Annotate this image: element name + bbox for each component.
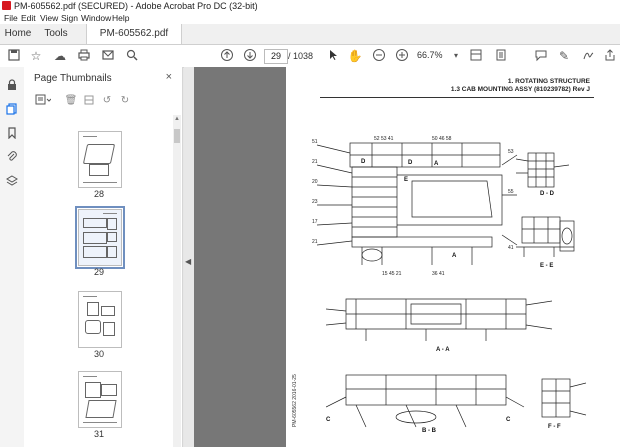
bookmark-star-icon[interactable]: ☆ xyxy=(28,48,44,64)
thumbnail-label-31: 31 xyxy=(93,429,104,439)
email-icon[interactable] xyxy=(100,48,116,64)
select-cursor-icon[interactable] xyxy=(325,48,341,64)
tab-home[interactable]: Home xyxy=(0,24,36,44)
rotate-clockwise-icon[interactable]: ↻ xyxy=(118,94,132,108)
share-icon[interactable] xyxy=(602,48,618,64)
heading-rule xyxy=(320,97,594,98)
thumbnail-label-28: 28 xyxy=(93,189,104,199)
bookmarks-icon[interactable] xyxy=(4,127,20,143)
page-number-input[interactable]: 29 xyxy=(264,49,288,64)
menu-window[interactable]: Window xyxy=(81,12,111,24)
page-thumbnail-30[interactable] xyxy=(78,291,122,348)
svg-text:17: 17 xyxy=(312,219,318,225)
save-icon[interactable] xyxy=(6,48,22,64)
menu-edit[interactable]: Edit xyxy=(21,12,36,24)
view-label-e-e: E - E xyxy=(540,263,554,269)
hand-tool-icon[interactable]: ✋ xyxy=(347,48,363,64)
attachments-paperclip-icon[interactable] xyxy=(4,151,20,167)
tab-bar: Home Tools PM-605562.pdf (SE...× xyxy=(0,24,620,59)
page-thumbnail-31[interactable] xyxy=(78,371,122,428)
sign-icon[interactable] xyxy=(580,48,596,64)
zoom-level[interactable]: 66.7% xyxy=(417,49,451,62)
document-viewport[interactable]: 1. ROTATING STRUCTURE 1.3 CAB MOUNTING A… xyxy=(194,67,620,447)
zoom-in-icon[interactable] xyxy=(394,48,410,64)
fit-page-icon[interactable] xyxy=(493,48,509,64)
page-display-icon[interactable] xyxy=(468,48,484,64)
tab-tools[interactable]: Tools xyxy=(38,24,74,44)
panel-collapse-handle[interactable]: ◀ xyxy=(184,67,194,447)
page-thumbnails-icon[interactable] xyxy=(4,103,20,119)
menu-view[interactable]: View xyxy=(40,12,58,24)
comment-icon[interactable] xyxy=(533,48,549,64)
next-page-icon[interactable] xyxy=(242,48,258,64)
close-panel-icon[interactable]: × xyxy=(166,71,172,83)
svg-text:21: 21 xyxy=(312,239,318,245)
svg-text:21: 21 xyxy=(312,159,318,165)
page-count: / 1038 xyxy=(288,51,314,61)
page-thumbnail-29[interactable] xyxy=(75,206,125,269)
page-thumbnails-panel: Page Thumbnails × 🗑 ↺ ↻ 28 29 30 31 ▲ xyxy=(24,67,183,447)
tab-document[interactable]: PM-605562.pdf (SE...× xyxy=(86,24,182,59)
thumbnail-panel-scrollbar[interactable]: ▲ xyxy=(173,115,181,447)
scrollbar-thumb[interactable] xyxy=(174,129,180,143)
title-bar: PM-605562.pdf (SECURED) - Adobe Acrobat … xyxy=(0,0,620,12)
layers-icon[interactable] xyxy=(4,175,20,191)
svg-text:41: 41 xyxy=(508,245,514,251)
thumbnail-options-menu-icon[interactable] xyxy=(34,94,52,108)
scroll-up-arrow-icon[interactable]: ▲ xyxy=(173,115,181,123)
svg-text:51: 51 xyxy=(312,139,318,145)
view-label-d-d: D - D xyxy=(540,191,554,197)
collapse-left-arrow-icon[interactable]: ◀ xyxy=(185,257,191,266)
view-label-a-a: A - A xyxy=(436,347,450,353)
svg-text:15 45 21: 15 45 21 xyxy=(382,271,402,277)
thumbnail-list: 28 29 30 31 xyxy=(24,115,172,447)
view-label-b-b: B - B xyxy=(422,428,436,434)
svg-text:50 46 58: 50 46 58 xyxy=(432,136,452,142)
svg-text:55: 55 xyxy=(508,189,514,195)
zoom-dropdown-chevron-icon[interactable]: ▾ xyxy=(451,48,461,64)
thumbnail-label-29: 29 xyxy=(93,267,104,277)
side-document-code: PM-605562 2016-01-25 xyxy=(292,374,298,427)
pdf-page: 1. ROTATING STRUCTURE 1.3 CAB MOUNTING A… xyxy=(286,67,620,447)
detail-e-e-drawing xyxy=(516,216,575,257)
left-navigation-rail xyxy=(0,67,25,447)
lock-icon[interactable] xyxy=(4,79,20,95)
menu-file[interactable]: File xyxy=(4,12,18,24)
panel-toolbar: 🗑 ↺ ↻ xyxy=(24,91,182,113)
svg-text:36 41: 36 41 xyxy=(432,271,445,277)
page-heading-section: 1. ROTATING STRUCTURE xyxy=(507,78,590,85)
highlight-pen-icon[interactable]: ✎ xyxy=(556,48,572,64)
previous-page-icon[interactable] xyxy=(219,48,235,64)
page-thumbnail-28[interactable] xyxy=(78,131,122,188)
thumbnail-label-30: 30 xyxy=(93,349,104,359)
extract-pages-icon[interactable] xyxy=(82,94,96,108)
rotate-counterclockwise-icon[interactable]: ↺ xyxy=(100,94,114,108)
upload-cloud-icon[interactable]: ☁ xyxy=(52,48,68,64)
svg-text:53: 53 xyxy=(508,149,514,155)
panel-title: Page Thumbnails xyxy=(34,73,112,84)
svg-text:52 53 41: 52 53 41 xyxy=(374,136,394,142)
cab-side-view-drawing: 52 53 41 50 46 58 51 21 20 23 17 21 53 55 41 15… xyxy=(312,136,518,277)
view-label-f-f: F - F xyxy=(548,424,561,430)
search-icon[interactable] xyxy=(124,48,140,64)
svg-text:20: 20 xyxy=(312,179,318,185)
detail-d-d-drawing xyxy=(515,152,570,188)
window-title: PM-605562.pdf (SECURED) - Adobe Acrobat … xyxy=(14,1,258,11)
acrobat-app-icon xyxy=(2,1,11,10)
menu-bar: File Edit View Sign Window Help xyxy=(0,12,620,24)
zoom-out-icon[interactable] xyxy=(371,48,387,64)
detail-f-f-drawing xyxy=(541,378,587,418)
page-heading-subsection: 1.3 CAB MOUNTING ASSY (810239782) Rev J xyxy=(450,86,590,93)
plan-view-a-a-drawing xyxy=(326,298,553,341)
svg-text:23: 23 xyxy=(312,199,318,205)
menu-sign[interactable]: Sign xyxy=(61,12,78,24)
delete-page-icon[interactable]: 🗑 xyxy=(64,94,78,108)
menu-help[interactable]: Help xyxy=(112,12,129,24)
print-icon[interactable] xyxy=(76,48,92,64)
